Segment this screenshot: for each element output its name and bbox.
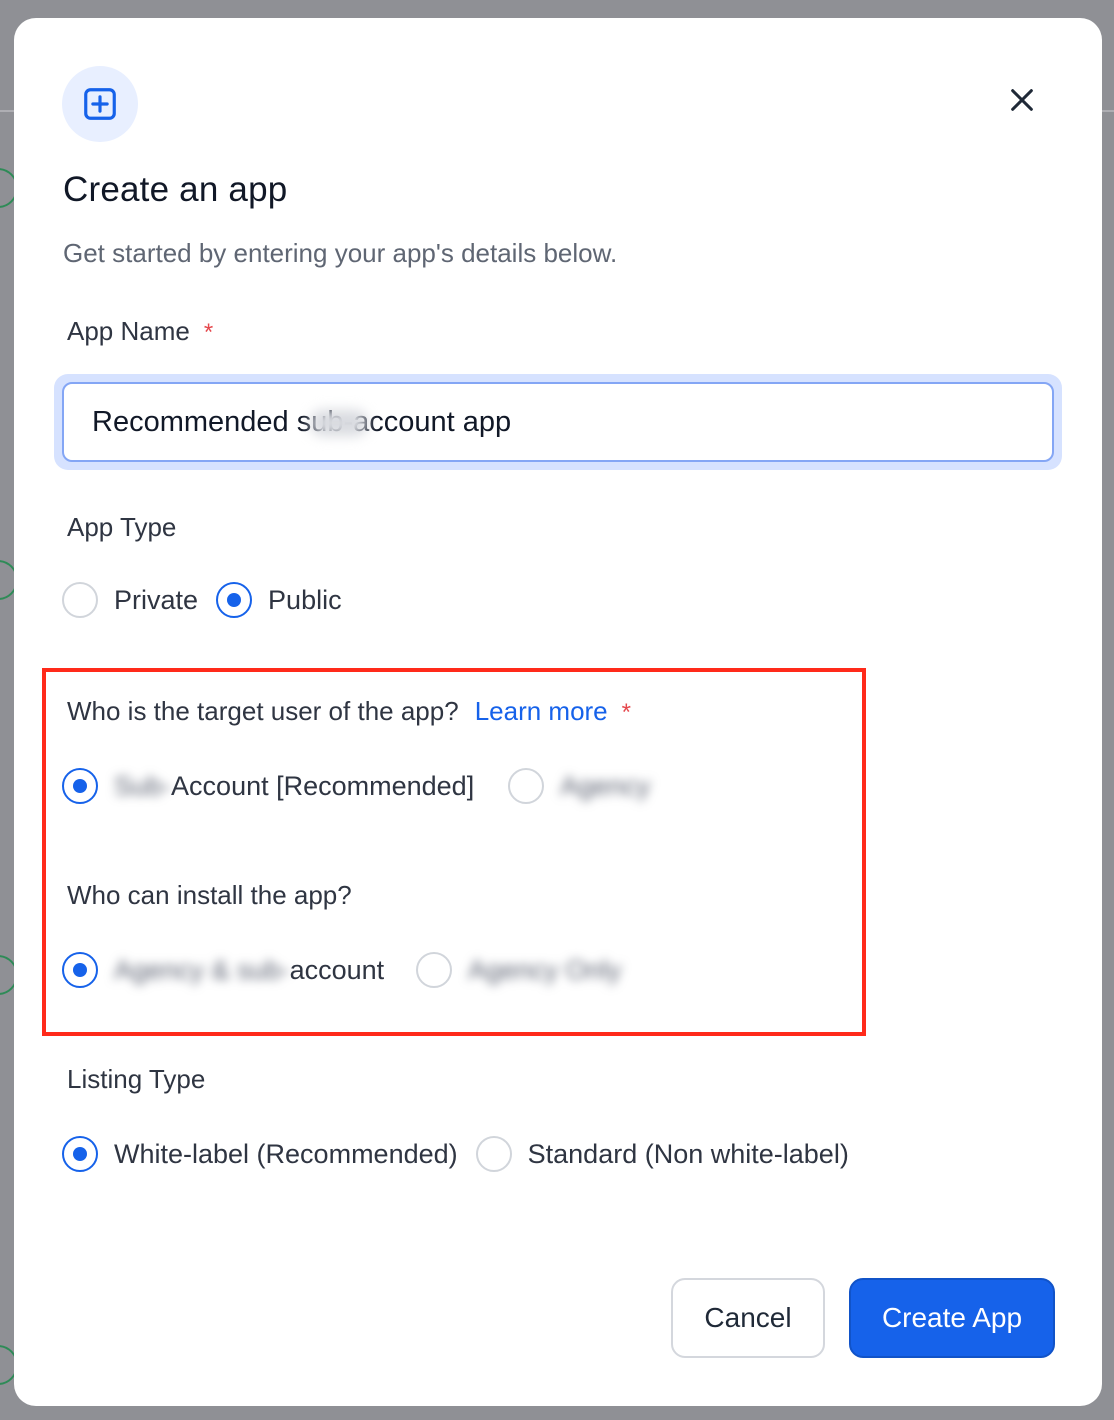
target-user-radio-group: Sub-Account [Recommended] Agency bbox=[62, 768, 650, 804]
plus-square-icon bbox=[84, 88, 116, 120]
radio-agency-and-sub-account[interactable] bbox=[62, 952, 98, 988]
listing-type-label: Listing Type bbox=[67, 1064, 206, 1094]
redacted-prefix: Agency & sub- bbox=[114, 954, 290, 985]
app-type-label: App Type bbox=[67, 512, 177, 542]
radio-public-label: Public bbox=[268, 584, 342, 615]
modal-subtitle: Get started by entering your app's detai… bbox=[63, 238, 618, 268]
radio-agency-only[interactable] bbox=[416, 952, 453, 988]
radio-standard-label: Standard (Non white-label) bbox=[527, 1138, 849, 1169]
required-mark: * bbox=[621, 699, 631, 726]
radio-sub-account[interactable] bbox=[62, 768, 98, 804]
cancel-button[interactable]: Cancel bbox=[671, 1278, 825, 1358]
app-name-label: App Name * bbox=[67, 316, 213, 347]
radio-sub-account-label: Sub-Account [Recommended] bbox=[114, 771, 474, 802]
install-scope-question: Who can install the app? bbox=[67, 880, 352, 910]
radio-agency-only-label: Agency Only bbox=[468, 954, 622, 985]
radio-standard[interactable] bbox=[475, 1136, 512, 1172]
create-app-modal: Create an app Get started by entering yo… bbox=[14, 18, 1102, 1406]
close-icon bbox=[1011, 89, 1033, 111]
required-mark: * bbox=[203, 319, 214, 346]
redacted-text-blur bbox=[310, 410, 368, 436]
header-icon-badge bbox=[62, 66, 138, 142]
target-user-question-text: Who is the target user of the app? bbox=[67, 696, 459, 726]
listing-type-radio-group: White-label (Recommended) Standard (Non … bbox=[62, 1136, 849, 1172]
app-type-radio-group: Private Public bbox=[62, 582, 342, 618]
radio-private[interactable] bbox=[62, 582, 98, 618]
radio-agency[interactable] bbox=[508, 768, 545, 804]
install-scope-radio-group: Agency & sub-account Agency Only bbox=[62, 952, 621, 988]
close-button[interactable] bbox=[1004, 82, 1040, 118]
radio-agency-and-sub-account-text: account bbox=[289, 954, 385, 985]
learn-more-link[interactable]: Learn more bbox=[475, 696, 608, 726]
radio-private-label: Private bbox=[114, 584, 199, 615]
radio-white-label[interactable] bbox=[62, 1136, 98, 1172]
target-user-question: Who is the target user of the app? Learn … bbox=[67, 696, 631, 727]
app-name-label-text: App Name bbox=[67, 316, 190, 346]
app-name-input[interactable] bbox=[62, 382, 1054, 462]
modal-title: Create an app bbox=[63, 170, 288, 209]
radio-agency-label: Agency bbox=[560, 770, 651, 801]
radio-white-label-label: White-label (Recommended) bbox=[114, 1138, 458, 1169]
radio-sub-account-text: Account [Recommended] bbox=[171, 770, 475, 801]
radio-public[interactable] bbox=[216, 582, 253, 618]
radio-agency-and-sub-account-label: Agency & sub-account bbox=[114, 955, 384, 986]
create-app-button[interactable]: Create App bbox=[849, 1278, 1055, 1358]
redacted-prefix: Sub- bbox=[114, 770, 172, 801]
